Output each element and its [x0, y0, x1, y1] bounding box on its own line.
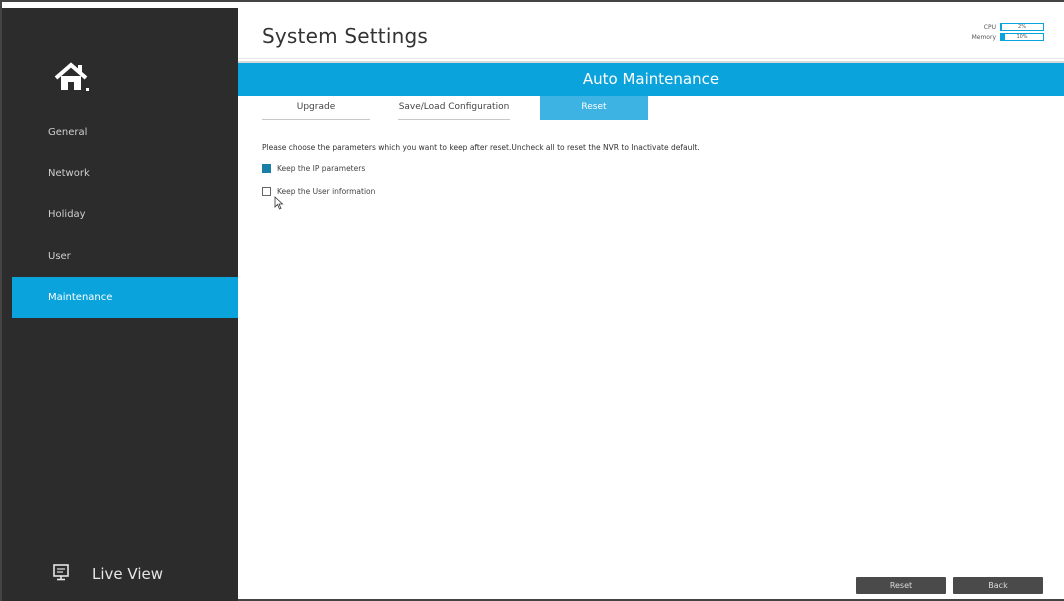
- sidebar-item-label: User: [48, 251, 71, 262]
- tab-upgrade[interactable]: Upgrade: [262, 96, 370, 120]
- sidebar-item-maintenance[interactable]: Maintenance: [12, 277, 238, 318]
- memory-label: Memory: [971, 33, 996, 41]
- memory-bar: 10%: [1000, 33, 1044, 41]
- tab-bar: Upgrade Save/Load Configuration Reset: [262, 96, 648, 120]
- sidebar-item-label: Holiday: [48, 209, 86, 220]
- tab-reset[interactable]: Reset: [540, 96, 648, 120]
- tab-spacer: [370, 96, 398, 120]
- tab-save-load-configuration[interactable]: Save/Load Configuration: [398, 96, 510, 120]
- resource-stats: CPU 2% Memory 10%: [972, 22, 1044, 42]
- section-title: Auto Maintenance: [582, 70, 720, 88]
- system-settings-window: General Network Holiday User Maintenance: [0, 0, 1064, 601]
- keep-ip-parameters-label: Keep the IP parameters: [277, 164, 366, 173]
- live-view-button[interactable]: Live View: [52, 560, 163, 588]
- mouse-pointer-icon: [274, 195, 286, 210]
- monitor-icon: [52, 563, 70, 585]
- cpu-value: 2%: [1018, 24, 1026, 30]
- page-title: System Settings: [262, 24, 428, 48]
- header-divider: [238, 58, 1064, 59]
- home-icon[interactable]: [52, 60, 92, 94]
- sidebar-item-general[interactable]: General: [12, 112, 238, 153]
- cpu-label: CPU: [983, 23, 996, 31]
- cpu-stat: CPU 2%: [972, 22, 1044, 32]
- keep-user-information-label: Keep the User information: [277, 187, 376, 196]
- memory-value: 10%: [1016, 34, 1028, 40]
- back-button[interactable]: Back: [953, 577, 1043, 594]
- cpu-bar: 2%: [1000, 23, 1044, 31]
- keep-user-information-checkbox[interactable]: [262, 187, 271, 196]
- sidebar: General Network Holiday User Maintenance: [2, 8, 238, 601]
- keep-ip-parameters-option[interactable]: Keep the IP parameters: [262, 164, 365, 173]
- sidebar-item-holiday[interactable]: Holiday: [12, 194, 238, 235]
- memory-stat: Memory 10%: [972, 32, 1044, 42]
- reset-description: Please choose the parameters which you w…: [262, 143, 700, 152]
- tab-spacer: [510, 96, 540, 120]
- live-view-label: Live View: [92, 565, 163, 583]
- sidebar-item-label: Maintenance: [48, 292, 113, 303]
- sidebar-item-label: General: [48, 127, 88, 138]
- section-banner: Auto Maintenance: [238, 63, 1064, 96]
- reset-button[interactable]: Reset: [856, 577, 946, 594]
- sidebar-item-network[interactable]: Network: [12, 153, 238, 194]
- keep-ip-parameters-checkbox[interactable]: [262, 164, 271, 173]
- sidebar-item-user[interactable]: User: [12, 236, 238, 277]
- sidebar-item-label: Network: [48, 168, 90, 179]
